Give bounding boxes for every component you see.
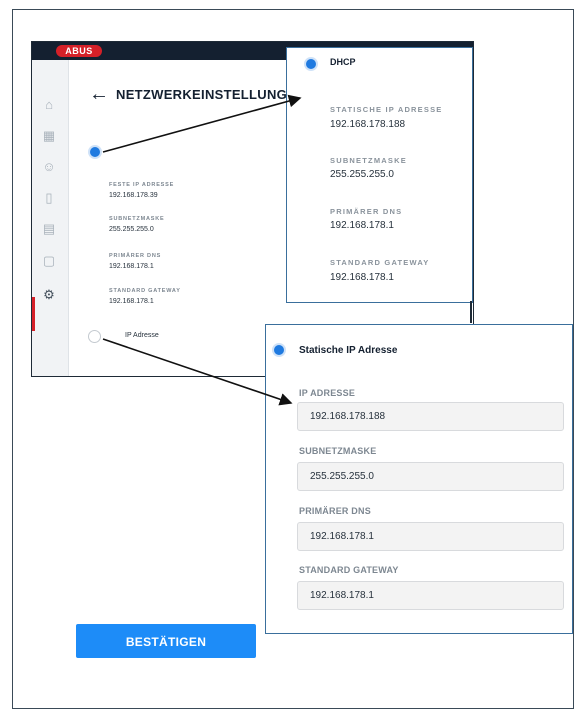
dhcp-callout: DHCP STATISCHE IP ADRESSE 192.168.178.18…	[286, 47, 473, 303]
field-label: STANDARD GATEWAY	[109, 288, 181, 294]
default-gateway-input[interactable]: 192.168.178.1	[297, 581, 564, 610]
field-value: 192.168.178.1	[109, 263, 154, 270]
static-ip-radio-label: IP Adresse	[125, 332, 159, 339]
primary-dns-label: PRIMÄRER DNS	[299, 506, 371, 516]
dhcp-field-label: STATISCHE IP ADRESSE	[330, 105, 443, 114]
field-value: 192.168.178.1	[109, 298, 154, 305]
abus-logo: ABUS	[56, 45, 102, 57]
confirm-button[interactable]: BESTÄTIGEN	[76, 624, 256, 658]
dhcp-field-value: 192.168.178.1	[330, 272, 394, 283]
dhcp-radio[interactable]	[88, 145, 102, 159]
home-icon[interactable]: ⌂	[41, 97, 57, 113]
static-ip-callout: Statische IP Adresse IP ADRESSE 192.168.…	[265, 324, 573, 634]
dhcp-field-value: 192.168.178.1	[330, 220, 394, 231]
static-ip-title: Statische IP Adresse	[299, 345, 398, 356]
connector-line	[470, 301, 472, 323]
field-label: SUBNETZMASKE	[109, 216, 165, 222]
field-label: FESTE IP ADRESSE	[109, 182, 175, 188]
tablet-icon[interactable]: ▢	[41, 253, 57, 269]
primary-dns-input[interactable]: 192.168.178.1	[297, 522, 564, 551]
ip-address-input[interactable]: 192.168.178.188	[297, 402, 564, 431]
floor-plan-icon[interactable]: ▦	[41, 128, 57, 144]
calendar-icon[interactable]: ▤	[41, 221, 57, 237]
dhcp-field-label: STANDARD GATEWAY	[330, 258, 430, 267]
page-title: NETZWERKEINSTELLUNG	[116, 87, 288, 102]
sidebar: ⌂ ▦ ☺ ▯ ▤ ▢ ⚙	[32, 60, 69, 376]
subnet-mask-label: SUBNETZMASKE	[299, 446, 377, 456]
user-icon[interactable]: ☺	[41, 159, 57, 175]
field-label: PRIMÄRER DNS	[109, 253, 162, 259]
back-arrow-icon[interactable]: ←	[89, 84, 109, 104]
door-icon[interactable]: ▯	[41, 190, 57, 206]
active-indicator	[32, 297, 35, 331]
static-ip-radio[interactable]	[88, 330, 101, 343]
dhcp-field-label: PRIMÄRER DNS	[330, 207, 403, 216]
dhcp-radio-zoom[interactable]	[304, 57, 318, 71]
default-gateway-label: STANDARD GATEWAY	[299, 565, 399, 575]
dhcp-field-label: SUBNETZMASKE	[330, 156, 407, 165]
ip-address-label: IP ADRESSE	[299, 388, 356, 398]
static-ip-radio-zoom[interactable]	[272, 343, 286, 357]
field-value: 255.255.255.0	[109, 226, 154, 233]
dhcp-title: DHCP	[330, 57, 356, 67]
dhcp-field-value: 255.255.255.0	[330, 169, 394, 180]
settings-icon[interactable]: ⚙	[41, 287, 57, 303]
dhcp-field-value: 192.168.178.188	[330, 119, 406, 130]
field-value: 192.168.178.39	[109, 192, 158, 199]
subnet-mask-input[interactable]: 255.255.255.0	[297, 462, 564, 491]
